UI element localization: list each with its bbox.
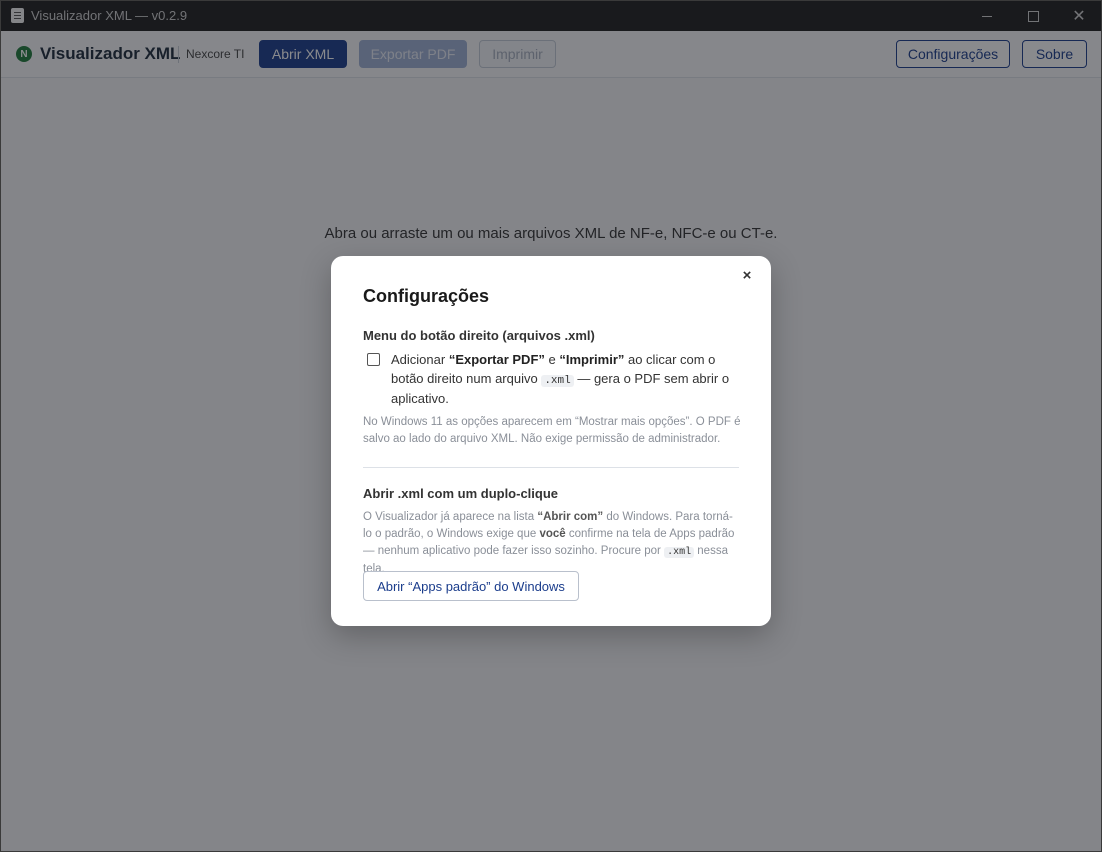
context-menu-checkbox[interactable] bbox=[367, 353, 380, 366]
double-click-section-title: Abrir .xml com um duplo-clique bbox=[363, 486, 559, 501]
app-window: Visualizador XML — v0.2.9 ✕ N Visualizad… bbox=[0, 0, 1102, 852]
double-click-description: O Visualizador já aparece na lista “Abri… bbox=[363, 511, 735, 575]
context-menu-checkbox-label[interactable]: Adicionar “Exportar PDF” e “Imprimir” ao… bbox=[391, 351, 743, 409]
export-pdf-term: “Exportar PDF” bbox=[448, 352, 545, 367]
context-menu-note: No Windows 11 as opções aparecem em “Mos… bbox=[363, 416, 741, 445]
context-menu-section-title: Menu do botão direito (arquivos .xml) bbox=[363, 328, 595, 343]
settings-dialog: × Configurações Menu do botão direito (a… bbox=[331, 256, 771, 626]
you-term: você bbox=[539, 528, 566, 540]
open-default-apps-button[interactable]: Abrir “Apps padrão” do Windows bbox=[363, 571, 579, 601]
xml-extension-code: .xml bbox=[541, 374, 574, 387]
section-divider bbox=[363, 467, 739, 468]
open-with-term: “Abrir com” bbox=[537, 511, 604, 523]
dialog-close-button[interactable]: × bbox=[737, 265, 757, 285]
print-term: “Imprimir” bbox=[559, 352, 625, 367]
xml-extension-code: .xml bbox=[664, 547, 695, 558]
dialog-title: Configurações bbox=[363, 286, 490, 306]
